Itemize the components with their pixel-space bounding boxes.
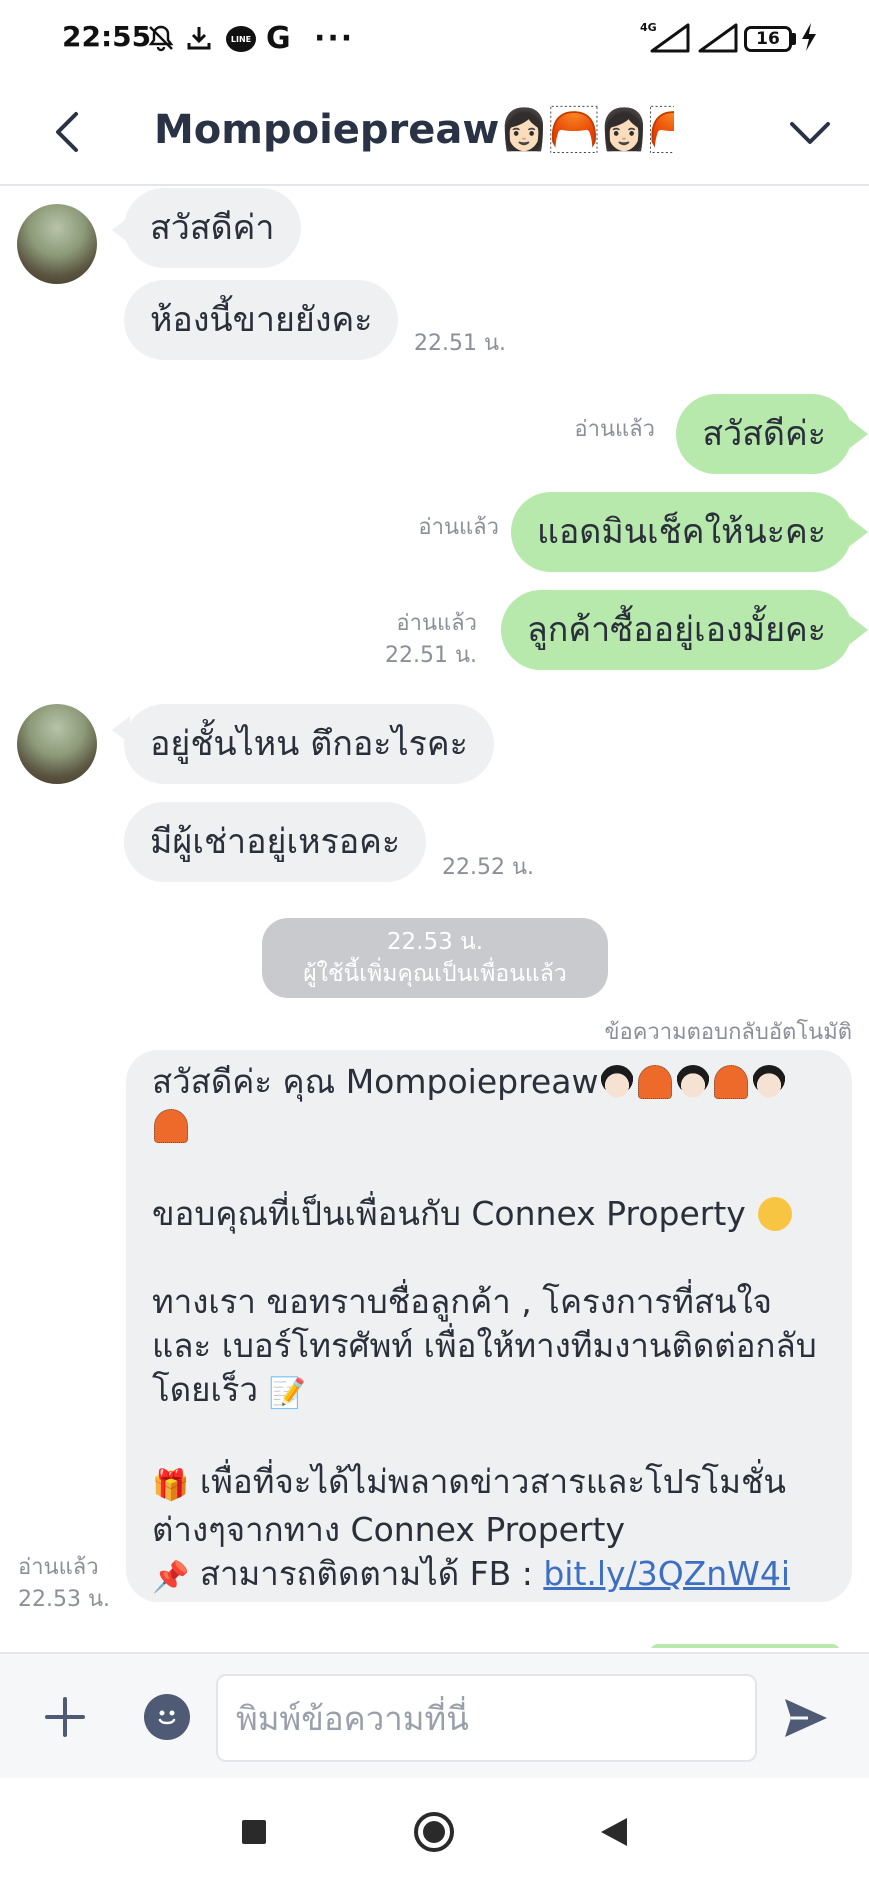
- send-button[interactable]: [776, 1690, 836, 1746]
- battery-tip: [792, 33, 796, 45]
- memo-emoji-icon: 📝: [268, 1376, 306, 1411]
- message-input[interactable]: [216, 1674, 757, 1762]
- woman-emoji-icon: [676, 1065, 711, 1099]
- back-button[interactable]: [36, 98, 96, 166]
- more-dots-icon: ···: [314, 20, 355, 56]
- recent-apps-button[interactable]: [224, 1802, 284, 1862]
- read-receipt: อ่านแล้ว: [18, 1555, 99, 1580]
- message-time: 22.51 น.: [414, 331, 507, 356]
- red-hair-emoji-icon: [638, 1065, 673, 1099]
- status-bar: 22:55 LINE G ··· 4G 16: [0, 0, 869, 80]
- message-time: 22.53 น.: [18, 1587, 111, 1612]
- message-time: 22.52 น.: [442, 855, 535, 880]
- line-app-icon: LINE: [226, 26, 256, 52]
- auto-reply-promo: 🎁 เพื่อที่จะได้ไม่พลาดข่าวสารและโปรโมชั่…: [152, 1462, 786, 1549]
- avatar[interactable]: [17, 204, 97, 284]
- message-bubble-incoming[interactable]: สวัสดีค่า: [124, 188, 301, 268]
- signal-icon-2: [696, 22, 738, 54]
- message-input-bar: [0, 1652, 869, 1778]
- message-bubble-outgoing[interactable]: สวัสดีค่ะ: [676, 394, 852, 474]
- woman-emoji-icon: [600, 1065, 635, 1099]
- emoji-icon: [158, 1710, 176, 1725]
- red-hair-emoji-icon: [714, 1065, 749, 1099]
- smile-emoji-icon: [758, 1197, 793, 1231]
- bubble-tail: [850, 518, 868, 546]
- red-hair-emoji-icon: [154, 1109, 188, 1143]
- system-notice: 22.53 น. ผู้ใช้นี้เพิ่มคุณเป็นเพื่อนแล้ว: [262, 918, 608, 998]
- status-time: 22:55: [62, 20, 152, 53]
- home-button[interactable]: [404, 1802, 464, 1862]
- pin-emoji-icon: 📌: [152, 1560, 190, 1595]
- auto-reply-thanks: ขอบคุณที่เป็นเพื่อนกับ Connex Property: [152, 1192, 826, 1236]
- next-message-peek: [650, 1644, 840, 1648]
- message-bubble-outgoing[interactable]: ลูกค้าซื้ออยู่เองมั้ยคะ: [500, 590, 852, 670]
- read-receipt: อ่านแล้ว: [418, 515, 499, 540]
- system-notice-time: 22.53 น.: [386, 929, 484, 955]
- recent-apps-icon: [242, 1820, 266, 1844]
- battery-icon: 16: [744, 26, 792, 52]
- auto-reply-bubble[interactable]: สวัสดีค่ะ คุณ Mompoiepreaw ขอบคุณที่เป็น…: [126, 1050, 852, 1602]
- chat-title[interactable]: Mompoiepreaw👩🏻🦰👩🏻🦰…: [154, 100, 674, 160]
- home-icon: [414, 1812, 454, 1852]
- auto-reply-follow: 📌 สามารถติดตามได้ FB : bit.ly/3QZnW4i: [152, 1552, 826, 1600]
- system-notice-text: ผู้ใช้นี้เพิ่มคุณเป็นเพื่อนแล้ว: [303, 961, 567, 987]
- chevron-left-icon: [56, 112, 78, 152]
- message-bubble-outgoing[interactable]: แอดมินเช็คให้นะคะ: [510, 492, 852, 572]
- mute-bell-icon: [146, 22, 176, 54]
- system-nav-bar: [0, 1778, 869, 1883]
- woman-emoji-icon: [752, 1065, 787, 1099]
- auto-reply-label: ข้อความตอบกลับอัตโนมัติ: [604, 1020, 852, 1045]
- emoji-button[interactable]: [144, 1694, 190, 1740]
- chat-header: Mompoiepreaw👩🏻🦰👩🏻🦰…: [0, 80, 869, 186]
- bubble-tail: [850, 420, 868, 448]
- message-time: 22.51 น.: [384, 643, 477, 668]
- chat-messages[interactable]: สวัสดีค่า ห้องนี้ขายยังคะ 22.51 น. อ่านแ…: [0, 188, 869, 1648]
- facebook-link[interactable]: bit.ly/3QZnW4i: [543, 1554, 790, 1593]
- bubble-tail: [850, 616, 868, 644]
- message-bubble-incoming[interactable]: ห้องนี้ขายยังคะ: [124, 280, 399, 360]
- back-icon: [601, 1818, 627, 1846]
- read-receipt: อ่านแล้ว: [574, 417, 655, 442]
- message-bubble-incoming[interactable]: อยู่ชั้นไหน ตึกอะไรคะ: [124, 704, 494, 784]
- signal-icon: [648, 22, 690, 54]
- send-icon: [785, 1699, 827, 1737]
- battery-level: 16: [756, 29, 780, 49]
- expand-menu-button[interactable]: [780, 102, 840, 162]
- charging-icon: [800, 22, 818, 59]
- auto-reply-request: ทางเรา ขอทราบชื่อลูกค้า , โครงการที่สนใจ…: [152, 1280, 826, 1416]
- google-icon: G: [266, 20, 291, 56]
- message-bubble-incoming[interactable]: มีผู้เช่าอยู่เหรอคะ: [124, 802, 427, 882]
- avatar[interactable]: [17, 704, 97, 784]
- chevron-down-icon: [790, 122, 830, 144]
- plus-icon: [45, 1697, 85, 1737]
- read-receipt: อ่านแล้ว: [396, 611, 477, 636]
- gift-emoji-icon: 🎁: [152, 1468, 190, 1503]
- auto-reply-greeting: สวัสดีค่ะ คุณ Mompoiepreaw: [152, 1060, 826, 1148]
- nav-back-button[interactable]: [584, 1802, 644, 1862]
- download-icon: [186, 22, 212, 54]
- add-attachment-button[interactable]: [34, 1686, 96, 1748]
